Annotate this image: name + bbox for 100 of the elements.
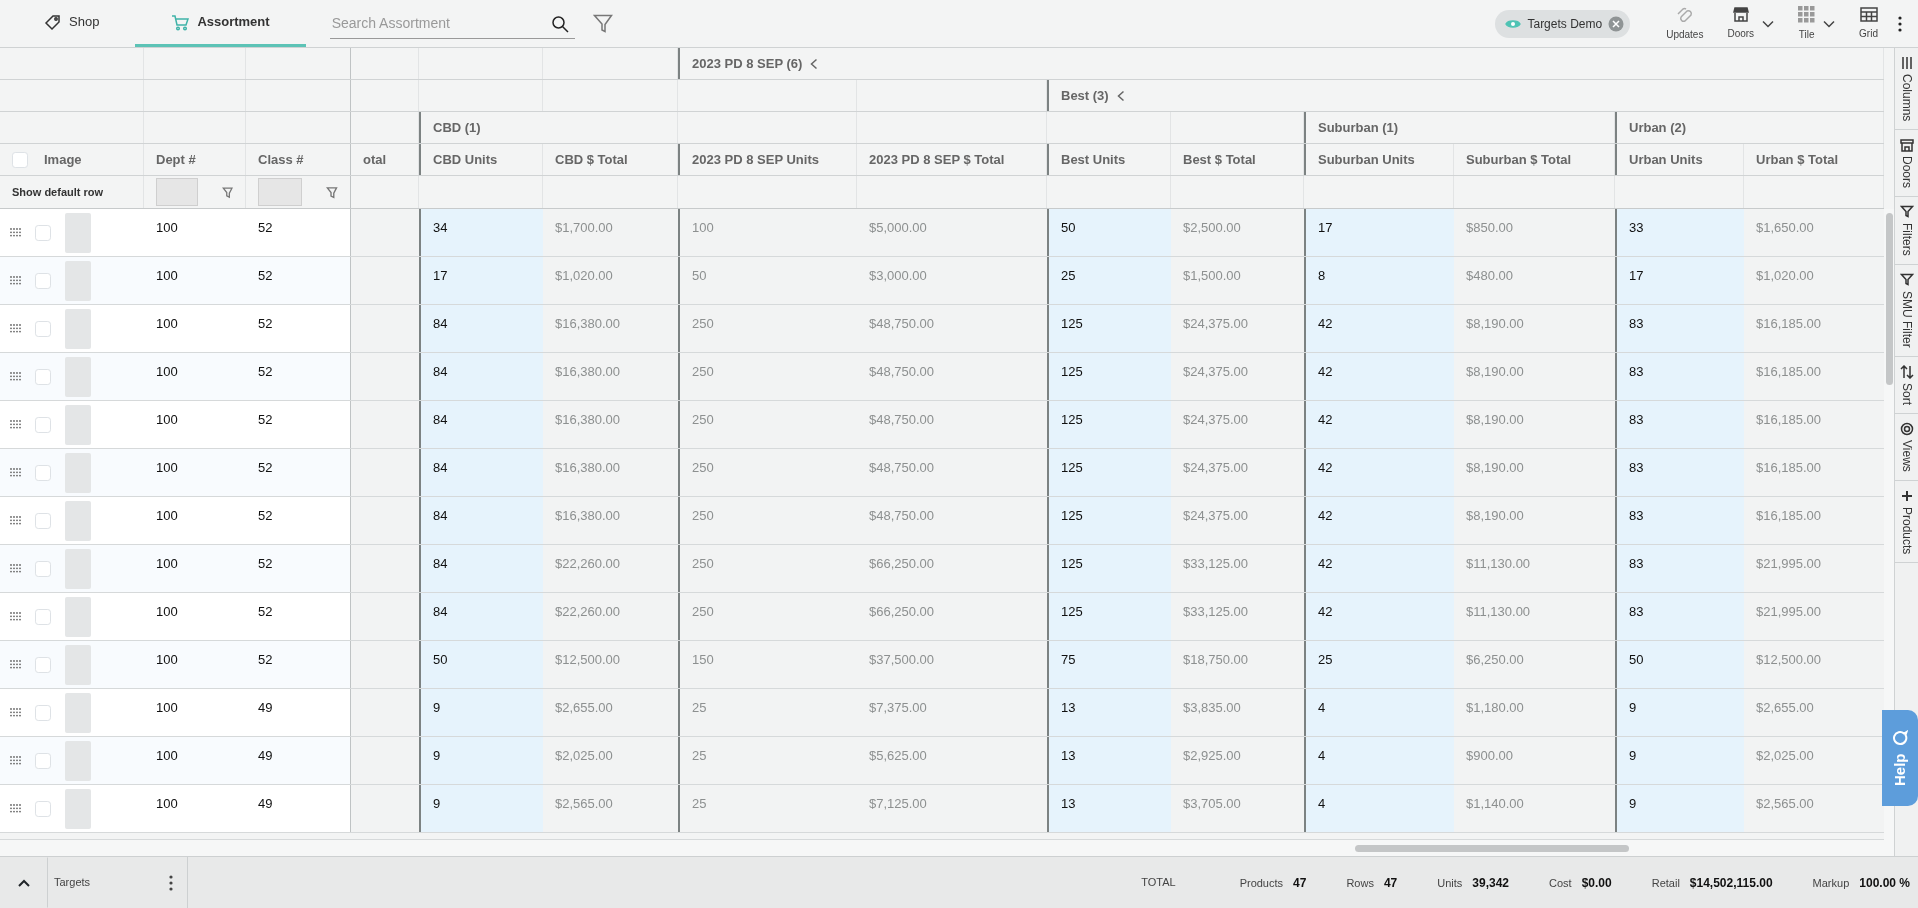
table-cell: $21,995.00	[1744, 545, 1884, 592]
row-checkbox[interactable]	[35, 224, 51, 241]
table-cell: $3,835.00	[1171, 689, 1304, 736]
toolbar-button[interactable]: Doors	[1723, 6, 1779, 41]
row-checkbox[interactable]	[35, 464, 51, 481]
column-header[interactable]: Dept #	[144, 144, 246, 175]
search-icon[interactable]	[550, 14, 569, 33]
cart-icon	[171, 13, 190, 31]
table-row[interactable]: 100 52 34 $1,700.00 100 $5,000.00 50 $2,500.00 17 $850.00 33 $1,650.00	[0, 209, 1884, 257]
drag-handle-icon[interactable]	[10, 420, 21, 429]
column-group-label: 2023 PD 8 SEP (6)	[692, 54, 803, 73]
filter-input[interactable]	[258, 178, 303, 206]
filter-icon[interactable]	[221, 185, 233, 199]
side-panel-tab[interactable]: Products	[1895, 480, 1918, 563]
column-header[interactable]: Suburban $ Total	[1454, 144, 1615, 175]
filter-chip[interactable]: Targets Demo	[1495, 9, 1631, 38]
filter-icon[interactable]	[592, 14, 613, 33]
table-cell: 50	[1615, 641, 1744, 688]
table-row[interactable]: 100 49 9 $2,655.00 25 $7,375.00 13 $3,835.00 4 $1,180.00 9 $2,655.00	[0, 689, 1884, 737]
drag-handle-icon[interactable]	[10, 324, 21, 333]
table-cell: $6,250.00	[1454, 641, 1615, 688]
drag-handle-icon[interactable]	[10, 276, 21, 285]
table-row[interactable]: 100 49 9 $2,025.00 25 $5,625.00 13 $2,925.00 4 $900.00 9 $2,025.00	[0, 737, 1884, 785]
side-panel-tab[interactable]: Columns	[1895, 48, 1918, 131]
drag-handle-icon[interactable]	[10, 516, 21, 525]
column-header[interactable]: Best $ Total	[1171, 144, 1304, 175]
column-header[interactable]: Urban $ Total	[1744, 144, 1884, 175]
column-header[interactable]: 2023 PD 8 SEP $ Total	[857, 144, 1047, 175]
side-panel-tab[interactable]: Sort	[1895, 356, 1918, 414]
total-label: Units	[1437, 876, 1463, 889]
table-cell: 100	[678, 209, 857, 256]
filter-input[interactable]	[156, 178, 198, 206]
chevron-down-icon[interactable]	[1823, 19, 1836, 28]
row-checkbox[interactable]	[35, 560, 51, 577]
table-row[interactable]: 100 52 84 $22,260.00 250 $66,250.00 125 $33,125.00 42 $11,130.00 83 $21,995.00	[0, 593, 1884, 641]
drag-handle-icon[interactable]	[10, 660, 21, 669]
row-checkbox[interactable]	[35, 512, 51, 529]
row-checkbox[interactable]	[35, 800, 51, 817]
table-cell: 125	[1047, 353, 1171, 400]
close-icon[interactable]	[1608, 15, 1625, 32]
table-row[interactable]: 100 52 84 $16,380.00 250 $48,750.00 125 $24,375.00 42 $8,190.00 83 $16,185.00	[0, 305, 1884, 353]
table-cell: $24,375.00	[1171, 497, 1304, 544]
drag-handle-icon[interactable]	[10, 804, 21, 813]
side-panel-tab[interactable]: Filters	[1895, 197, 1918, 266]
table-cell: $2,565.00	[543, 785, 678, 832]
row-checkbox[interactable]	[35, 656, 51, 673]
table-cell: $2,655.00	[543, 689, 678, 736]
column-header[interactable]: CBD $ Total	[543, 144, 678, 175]
table-row[interactable]: 100 52 50 $12,500.00 150 $37,500.00 75 $18,750.00 25 $6,250.00 50 $12,500.00	[0, 641, 1884, 689]
photo-placeholder	[65, 692, 91, 733]
side-panel-tab[interactable]: Doors	[1895, 130, 1918, 198]
drag-handle-icon[interactable]	[10, 468, 21, 477]
table-cell: 83	[1615, 305, 1744, 352]
drag-handle-icon[interactable]	[10, 612, 21, 621]
show-default-row-link[interactable]: Show default row	[0, 176, 144, 208]
row-checkbox[interactable]	[35, 320, 51, 337]
column-header[interactable]: Class #	[246, 144, 351, 175]
table-row[interactable]: 100 52 84 $16,380.00 250 $48,750.00 125 $24,375.00 42 $8,190.00 83 $16,185.00	[0, 401, 1884, 449]
table-cell: 125	[1047, 449, 1171, 496]
scrollbar-thumb[interactable]	[1355, 845, 1629, 852]
nav-tab[interactable]: Shop	[8, 0, 136, 47]
filter-icon[interactable]	[326, 185, 338, 199]
table-cell: $16,380.00	[543, 497, 678, 544]
toolbar-button[interactable]: Tile	[1794, 5, 1840, 42]
table-cell: $24,375.00	[1171, 449, 1304, 496]
row-checkbox[interactable]	[35, 704, 51, 721]
select-all-checkbox[interactable]	[12, 151, 28, 168]
table-row[interactable]: 100 52 84 $16,380.00 250 $48,750.00 125 $24,375.00 42 $8,190.00 83 $16,185.00	[0, 449, 1884, 497]
column-header[interactable]: Image	[44, 149, 82, 170]
column-header[interactable]: otal	[351, 144, 419, 175]
table-cell: 4	[1304, 785, 1454, 832]
table-cell: 84	[419, 497, 543, 544]
drag-handle-icon[interactable]	[10, 708, 21, 717]
row-checkbox[interactable]	[35, 608, 51, 625]
table-row[interactable]: 100 52 84 $22,260.00 250 $66,250.00 125 $33,125.00 42 $11,130.00 83 $21,995.00	[0, 545, 1884, 593]
chevron-down-icon[interactable]	[1762, 19, 1775, 28]
collapse-chevron-icon[interactable]	[810, 57, 819, 70]
table-row[interactable]: 100 52 84 $16,380.00 250 $48,750.00 125 $24,375.00 42 $8,190.00 83 $16,185.00	[0, 497, 1884, 545]
drag-handle-icon[interactable]	[10, 564, 21, 573]
toolbar-button[interactable]: Grid	[1855, 6, 1882, 41]
more-icon[interactable]	[1898, 15, 1902, 32]
search-field[interactable]: Search Assortment	[329, 8, 575, 39]
row-checkbox[interactable]	[35, 752, 51, 769]
side-panel-tab[interactable]: Views	[1895, 413, 1918, 481]
row-checkbox[interactable]	[35, 416, 51, 433]
more-icon[interactable]	[169, 874, 173, 891]
row-checkbox[interactable]	[35, 272, 51, 289]
drag-handle-icon[interactable]	[10, 228, 21, 237]
table-row[interactable]: 100 49 9 $2,565.00 25 $7,125.00 13 $3,705.00 4 $1,140.00 9 $2,565.00	[0, 785, 1884, 833]
collapse-chevron-icon[interactable]	[1116, 89, 1125, 102]
table-cell: 250	[678, 593, 857, 640]
toolbar-button[interactable]: Updates	[1662, 5, 1708, 42]
side-panel-tab[interactable]: SMU Filter	[1895, 265, 1918, 357]
scrollbar-thumb[interactable]	[1886, 213, 1893, 385]
drag-handle-icon[interactable]	[10, 756, 21, 765]
table-row[interactable]: 100 52 84 $16,380.00 250 $48,750.00 125 $24,375.00 42 $8,190.00 83 $16,185.00	[0, 353, 1884, 401]
drag-handle-icon[interactable]	[10, 372, 21, 381]
row-checkbox[interactable]	[35, 368, 51, 385]
table-cell: 50	[1047, 209, 1171, 256]
table-row[interactable]: 100 52 17 $1,020.00 50 $3,000.00 25 $1,500.00 8 $480.00 17 $1,020.00	[0, 257, 1884, 305]
